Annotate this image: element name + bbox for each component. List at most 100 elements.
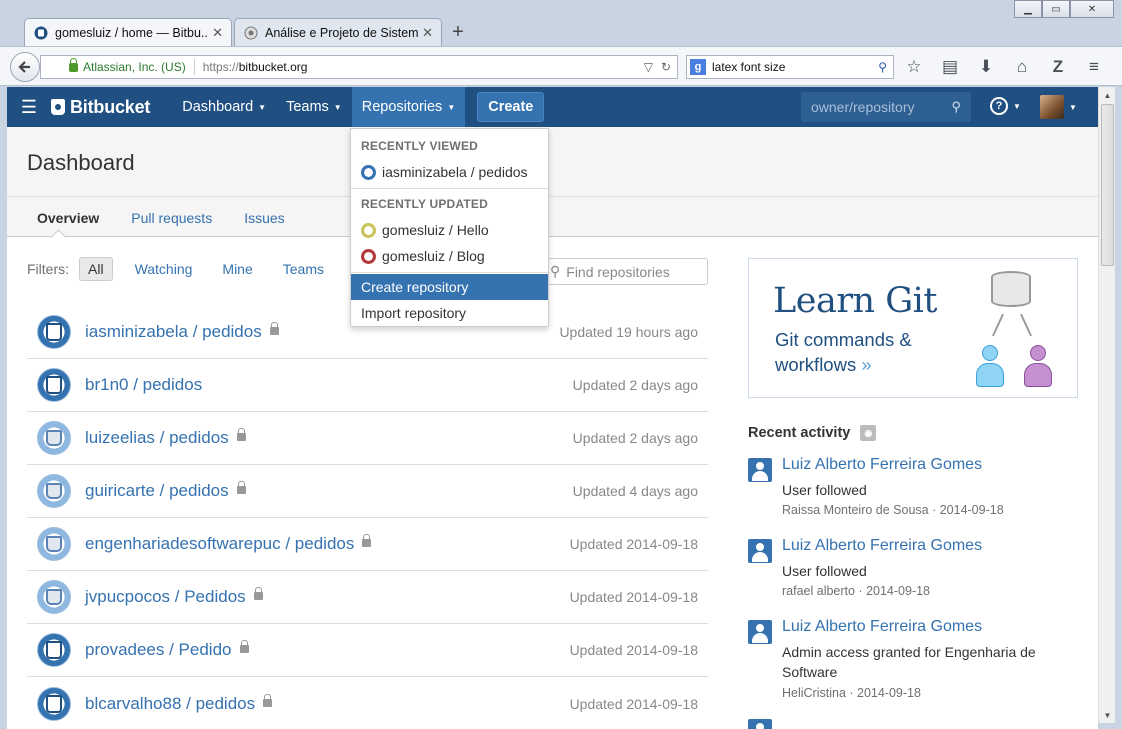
- nav-teams[interactable]: Teams ▼: [276, 87, 352, 127]
- create-repository-item[interactable]: Create repository: [351, 274, 548, 300]
- activity-user-link[interactable]: Luiz Alberto Ferreira Gomes: [782, 618, 982, 636]
- repo-avatar[interactable]: [37, 368, 71, 402]
- table-row: provadees / Pedido Updated 2014-09-18: [27, 624, 708, 677]
- repo-name-link[interactable]: luizeelias / pedidos: [85, 428, 229, 448]
- bitbucket-favicon-icon: [33, 25, 49, 41]
- repo-avatar[interactable]: [37, 474, 71, 508]
- bitbucket-bucket-icon: [51, 99, 65, 115]
- main-nav: Dashboard ▼ Teams ▼ Repositories ▼ Create: [172, 87, 545, 127]
- repo-name-link[interactable]: provadees / Pedido: [85, 640, 232, 660]
- repo-avatar[interactable]: [37, 633, 71, 667]
- browser-tab-bitbucket[interactable]: gomesluiz / home — Bitbu... ✕: [24, 18, 232, 46]
- rss-feed-icon[interactable]: ◉: [860, 425, 877, 441]
- downloads-icon[interactable]: ⬇: [974, 55, 998, 79]
- repositories-dropdown: RECENTLY VIEWED iasminizabela / pedidos …: [350, 128, 549, 327]
- page-title: Dashboard: [27, 150, 135, 175]
- close-tab-icon[interactable]: ✕: [422, 25, 433, 41]
- dropdown-item-recent-repo[interactable]: iasminizabela / pedidos: [351, 159, 548, 185]
- filter-mine[interactable]: Mine: [214, 257, 260, 281]
- url-bar[interactable]: Atlassian, Inc. (US) https:// bitbucket.…: [40, 55, 678, 79]
- table-row: luizeelias / pedidos Updated 2 days ago: [27, 412, 708, 465]
- bitbucket-logo[interactable]: Bitbucket: [51, 97, 150, 118]
- create-button[interactable]: Create: [477, 92, 545, 122]
- activity-item: Luiz Alberto Ferreira Gomes Admin access…: [748, 618, 1078, 708]
- repository-list: iasminizabela / pedidos Updated 19 hours…: [27, 306, 708, 729]
- dropdown-item-updated-repo[interactable]: gomesluiz / Hello: [351, 217, 548, 243]
- repo-search-input[interactable]: owner/repository ⚲: [801, 92, 971, 122]
- tab-pull-requests[interactable]: Pull requests: [121, 210, 222, 236]
- reload-icon[interactable]: ↻: [661, 60, 671, 74]
- lock-icon: [236, 428, 246, 441]
- repo-avatar[interactable]: [37, 315, 71, 349]
- scroll-down-icon[interactable]: ▼: [1099, 707, 1116, 723]
- scroll-thumb[interactable]: [1101, 104, 1114, 266]
- back-arrow-icon: [18, 61, 30, 73]
- nav-dashboard[interactable]: Dashboard ▼: [172, 87, 276, 127]
- tab-overview[interactable]: Overview: [27, 210, 109, 236]
- repo-updated: Updated 19 hours ago: [559, 324, 698, 340]
- repo-avatar[interactable]: [37, 580, 71, 614]
- bookmark-star-icon[interactable]: ☆: [902, 55, 926, 79]
- tab-issues[interactable]: Issues: [234, 210, 294, 236]
- hamburger-icon[interactable]: ☰: [7, 97, 51, 118]
- repo-updated: Updated 2014-09-18: [569, 695, 698, 712]
- maximize-button[interactable]: ▭: [1042, 0, 1070, 18]
- search-icon[interactable]: ⚲: [878, 60, 887, 74]
- database-icon: [991, 271, 1031, 307]
- repo-updated: Updated 2 days ago: [572, 377, 698, 393]
- menu-icon[interactable]: ≡: [1082, 55, 1106, 79]
- filter-all[interactable]: All: [79, 257, 113, 281]
- zotero-icon[interactable]: Z: [1046, 55, 1070, 79]
- repo-name-link[interactable]: jvpucpocos / Pedidos: [85, 587, 246, 607]
- repo-name-link[interactable]: iasminizabela / pedidos: [85, 322, 262, 342]
- bitbucket-header: ☰ Bitbucket Dashboard ▼ Teams ▼ Repositori…: [7, 87, 1098, 127]
- repo-avatar: [361, 222, 376, 238]
- repo-avatar: [361, 164, 376, 180]
- back-button[interactable]: [10, 52, 40, 82]
- repo-name-link[interactable]: br1n0 / pedidos: [85, 375, 202, 395]
- lock-icon: [253, 587, 263, 600]
- url-host: bitbucket.org: [238, 60, 308, 74]
- activity-user-link[interactable]: Luiz Alberto Ferreira Gomes: [782, 456, 982, 474]
- close-tab-icon[interactable]: ✕: [212, 25, 223, 41]
- repo-name-link[interactable]: engenhariadesoftwarepuc / pedidos: [85, 534, 354, 554]
- browser-tab-analise[interactable]: Análise e Projeto de Sistem... ✕: [234, 18, 442, 46]
- dropdown-item-updated-repo[interactable]: gomesluiz / Blog: [351, 243, 548, 269]
- help-menu[interactable]: ? ▼: [990, 97, 1021, 115]
- history-dropdown-icon[interactable]: ▽: [644, 60, 653, 74]
- activity-meta: HeliCristina · 2014-09-18: [782, 686, 921, 700]
- import-repository-item[interactable]: Import repository: [351, 300, 548, 326]
- home-icon[interactable]: ⌂: [1010, 55, 1034, 79]
- filter-teams[interactable]: Teams: [275, 257, 332, 281]
- repo-updated: Updated 2 days ago: [572, 430, 698, 446]
- user-menu[interactable]: ▼: [1040, 95, 1077, 119]
- avatar: [1040, 95, 1064, 119]
- minimize-button[interactable]: ▁: [1014, 0, 1042, 18]
- user-purple-icon: [1023, 345, 1053, 389]
- table-row: jvpucpocos / Pedidos Updated 2014-09-18: [27, 571, 708, 624]
- bookmarks-list-icon[interactable]: ▤: [938, 55, 962, 79]
- activity-user-link[interactable]: Luiz Alberto Ferreira Gomes: [782, 537, 982, 555]
- recently-viewed-heading: RECENTLY VIEWED: [361, 139, 479, 153]
- filter-watching[interactable]: Watching: [127, 257, 201, 281]
- learn-git-banner[interactable]: Learn Git Git commands & workflows »: [748, 258, 1078, 398]
- repo-name-link[interactable]: blcarvalho88 / pedidos: [85, 694, 255, 714]
- nav-repositories[interactable]: Repositories ▼: [351, 87, 466, 127]
- find-repositories-input[interactable]: ⚲ Find repositories: [543, 258, 708, 285]
- scroll-up-icon[interactable]: ▲: [1099, 87, 1116, 103]
- puc-favicon-icon: [243, 25, 259, 41]
- new-tab-button[interactable]: +: [444, 18, 472, 46]
- site-identity[interactable]: Atlassian, Inc. (US): [63, 57, 186, 74]
- repo-avatar[interactable]: [37, 686, 71, 721]
- google-icon[interactable]: g: [690, 59, 706, 75]
- table-row: guiricarte / pedidos Updated 4 days ago: [27, 465, 708, 518]
- page-scrollbar[interactable]: ▲ ▼: [1098, 87, 1115, 723]
- lock-icon: [263, 693, 273, 707]
- close-window-button[interactable]: ✕: [1070, 0, 1114, 18]
- filters-label: Filters:: [27, 261, 69, 277]
- browser-search-bar[interactable]: g latex font size ⚲: [686, 55, 894, 79]
- lock-icon: [362, 534, 372, 547]
- repo-avatar[interactable]: [37, 527, 71, 561]
- repo-name-link[interactable]: guiricarte / pedidos: [85, 481, 229, 501]
- repo-avatar[interactable]: [37, 421, 71, 455]
